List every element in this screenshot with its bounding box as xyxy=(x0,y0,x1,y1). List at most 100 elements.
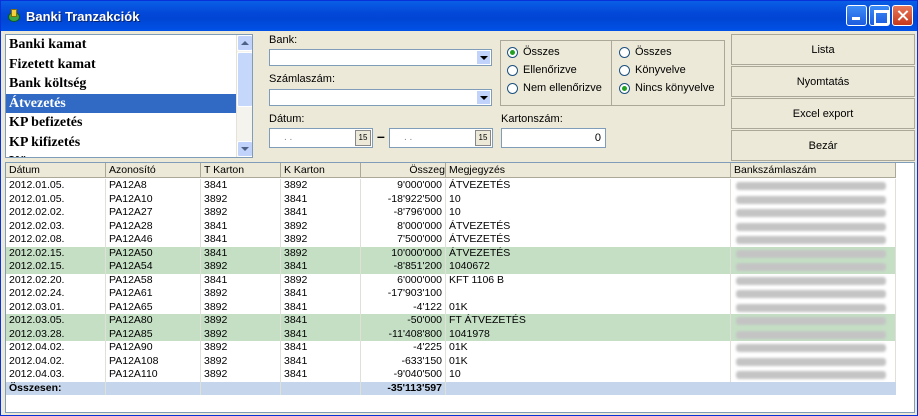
cell-date: 2012.02.15. xyxy=(6,246,106,260)
cell-id: PA12A110 xyxy=(106,368,201,382)
radio-circle-icon[interactable] xyxy=(619,82,630,94)
scroll-thumb[interactable] xyxy=(237,52,252,107)
cell-amount: 9'000'000 xyxy=(361,179,446,193)
cell-date: 2012.02.08. xyxy=(6,233,106,247)
excel-export-button[interactable]: Excel export xyxy=(731,98,915,129)
minimize-button[interactable] xyxy=(846,5,867,26)
cell-t: 3841 xyxy=(201,273,281,287)
cell-k: 3892 xyxy=(281,233,361,247)
radio_right-radio-2[interactable]: Nincs könyvelve xyxy=(619,82,714,94)
table-row[interactable]: 2012.04.03. PA12A110 3892 3841 -9'040'500 10 xyxy=(6,368,896,382)
radio_right-radio-0[interactable]: Összes xyxy=(619,46,672,58)
category-item[interactable]: Fizetett kamat xyxy=(6,55,252,75)
table-row[interactable]: 2012.02.02. PA12A27 3892 3841 -8'796'000 10 xyxy=(6,206,896,220)
column-header[interactable]: K Karton xyxy=(281,163,361,177)
cell-amount: -8'851'200 xyxy=(361,260,446,274)
cell-k: 3841 xyxy=(281,287,361,301)
cell-t: 3841 xyxy=(201,179,281,193)
radio-circle-icon[interactable] xyxy=(619,64,630,76)
cell-t: 3892 xyxy=(201,260,281,274)
cell-date: 2012.04.02. xyxy=(6,341,106,355)
cell-id: PA12A61 xyxy=(106,287,201,301)
column-header[interactable]: Azonosító xyxy=(106,163,201,177)
cell-amount: -633'150 xyxy=(361,354,446,368)
cell-t: 3841 xyxy=(201,233,281,247)
cell-bank-account-redacted xyxy=(731,273,896,287)
category-item[interactable]: KP befizetés xyxy=(6,113,252,133)
category-item[interactable]: Banki kamat xyxy=(6,35,252,55)
transaction-grid[interactable]: Dátum Azonosító T Karton K Karton Összeg Megj… xyxy=(5,162,915,413)
table-row[interactable]: 2012.02.15. PA12A50 3841 3892 10'000'000 ÁTVE… xyxy=(6,246,896,260)
print-button[interactable]: Nyomtatás xyxy=(731,66,915,97)
cell-bank-account-redacted xyxy=(731,219,896,233)
table-row[interactable]: 2012.02.08. PA12A46 3841 3892 7'500'000 ÁTVEZ… xyxy=(6,233,896,247)
category-item[interactable]: Kö... xyxy=(6,152,252,157)
total-empty-cell xyxy=(281,381,361,395)
cell-bank-account-redacted xyxy=(731,246,896,260)
total-row: Összesen: -35'113'597 xyxy=(6,381,896,395)
table-row[interactable]: 2012.02.20. PA12A58 3841 3892 6'000'000 KFT 1… xyxy=(6,273,896,287)
radio_left-radio-2[interactable]: Nem ellenőrizve xyxy=(507,82,602,94)
cell-t: 3892 xyxy=(201,327,281,341)
category-item[interactable]: Átvezetés xyxy=(6,93,252,113)
cell-k: 3841 xyxy=(281,192,361,206)
date-to-input[interactable]: . . 15 xyxy=(389,128,493,148)
calendar-icon[interactable]: 15 xyxy=(475,130,491,146)
radio-circle-icon[interactable] xyxy=(507,46,518,58)
cell-amount: 10'000'000 xyxy=(361,246,446,260)
cell-date: 2012.03.28. xyxy=(6,327,106,341)
radio_right-radio-1[interactable]: Könyvelve xyxy=(619,64,686,76)
table-row[interactable]: 2012.01.05. PA12A10 3892 3841 -18'922'500 10 xyxy=(6,192,896,206)
calendar-icon[interactable]: 15 xyxy=(355,130,371,146)
cell-k: 3841 xyxy=(281,206,361,220)
cell-bank-account-redacted xyxy=(731,206,896,220)
card-number-input[interactable]: 0 xyxy=(501,128,606,148)
category-listbox[interactable]: Banki kamat Fizetett kamat Bank költség Átv… xyxy=(5,34,253,158)
table-row[interactable]: 2012.03.01. PA12A65 3892 3841 -4'122 01K xyxy=(6,300,896,314)
window-title: Banki Tranzakciók xyxy=(26,8,140,24)
cell-note: ÁTVEZETÉS xyxy=(446,246,731,260)
category-item[interactable]: KP kifizetés xyxy=(6,133,252,153)
column-header[interactable]: T Karton xyxy=(201,163,281,177)
radio-circle-icon[interactable] xyxy=(619,46,630,58)
radio-circle-icon[interactable] xyxy=(507,64,518,76)
cell-id: PA12A46 xyxy=(106,233,201,247)
total-empty-cell xyxy=(106,381,201,395)
table-row[interactable]: 2012.03.05. PA12A80 3892 3841 -50'000 FT ÁTVE… xyxy=(6,314,896,328)
scroll-up-icon[interactable] xyxy=(237,35,252,51)
column-header[interactable]: Megjegyzés xyxy=(446,163,731,177)
list-button[interactable]: Lista xyxy=(731,34,915,65)
chevron-down-icon[interactable] xyxy=(476,50,491,65)
cell-id: PA12A28 xyxy=(106,219,201,233)
table-row[interactable]: 2012.02.03. PA12A28 3841 3892 8'000'000 ÁTVEZ… xyxy=(6,219,896,233)
bank-combo[interactable] xyxy=(269,49,492,66)
table-row[interactable]: 2012.04.02. PA12A90 3892 3841 -4'225 01K xyxy=(6,341,896,355)
category-item[interactable]: Bank költség xyxy=(6,74,252,94)
radio-label: Összes xyxy=(635,46,672,58)
cell-date: 2012.04.02. xyxy=(6,354,106,368)
cell-note: ÁTVEZETÉS xyxy=(446,219,731,233)
title-bar[interactable]: Banki Tranzakciók xyxy=(1,1,917,31)
table-row[interactable]: 2012.02.15. PA12A54 3892 3841 -8'851'200 1040… xyxy=(6,260,896,274)
radio-circle-icon[interactable] xyxy=(507,82,518,94)
account-combo[interactable] xyxy=(269,89,492,106)
radio_left-radio-0[interactable]: Összes xyxy=(507,46,560,58)
chevron-down-icon[interactable] xyxy=(476,90,491,105)
table-row[interactable]: 2012.01.05. PA12A8 3841 3892 9'000'000 ÁTVEZE… xyxy=(6,179,896,193)
table-row[interactable]: 2012.04.02. PA12A108 3892 3841 -633'150 01K xyxy=(6,354,896,368)
scroll-down-icon[interactable] xyxy=(237,141,252,157)
date-from-input[interactable]: . . 15 xyxy=(269,128,373,148)
column-header[interactable]: Összeg xyxy=(361,163,446,177)
maximize-button[interactable] xyxy=(869,5,890,26)
cell-k: 3841 xyxy=(281,260,361,274)
cell-id: PA12A54 xyxy=(106,260,201,274)
cell-bank-account-redacted xyxy=(731,192,896,206)
listbox-scrollbar[interactable] xyxy=(236,35,252,157)
table-row[interactable]: 2012.03.28. PA12A85 3892 3841 -11'408'800 104… xyxy=(6,327,896,341)
close-button[interactable]: Bezár xyxy=(731,130,915,161)
column-header[interactable]: Dátum xyxy=(6,163,106,177)
radio_left-radio-1[interactable]: Ellenőrizve xyxy=(507,64,577,76)
column-header[interactable]: Bankszámlaszám xyxy=(731,163,896,177)
close-window-button[interactable] xyxy=(892,5,913,26)
table-row[interactable]: 2012.02.24. PA12A61 3892 3841 -17'903'100 xyxy=(6,287,896,301)
